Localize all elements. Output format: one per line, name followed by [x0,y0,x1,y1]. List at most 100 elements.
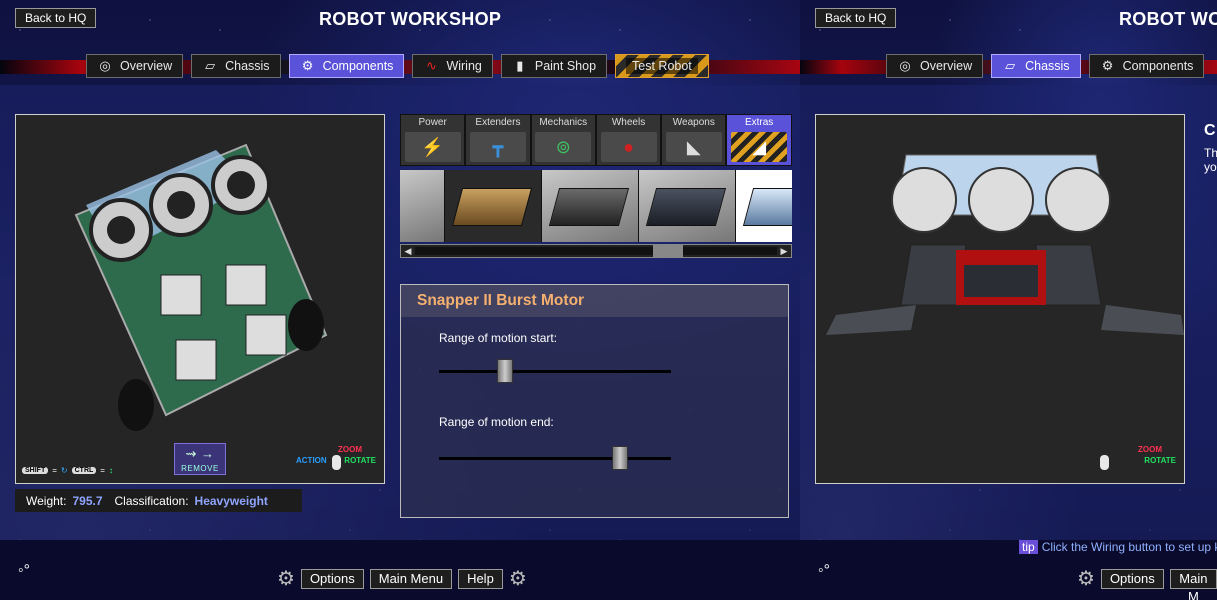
tip-bar: tip Click the Wiring button to set up ke… [1019,540,1217,554]
robot-3d-viewport[interactable]: ZOOM ROTATE [815,114,1185,484]
extras-icon: ◢ [731,132,788,162]
robot-3d-viewport[interactable]: SHIFT = ↻ CTRL = ↕ ⇝ → REMOVE ZOOM ACTIO… [15,114,385,484]
tab-label: Test Robot [626,58,698,74]
tab-overview[interactable]: ◎ Overview [86,54,184,78]
robot-model [74,143,328,431]
range-end-handle[interactable] [612,446,628,470]
category-power[interactable]: Power ⚡ [400,114,466,166]
tab-label: Chassis [225,59,270,73]
tab-label: Wiring [446,59,482,73]
robot-info-bar: Weight: 795.7 Classification: Heavyweigh… [15,489,302,512]
key-hints: SHIFT = ↻ CTRL = ↕ [22,466,113,475]
ctrl-key: CTRL [71,467,97,474]
description-line: yo [1204,160,1217,174]
category-label: Wheels [611,117,646,128]
tab-chassis[interactable]: ▱ Chassis [191,54,281,78]
category-label: Extenders [475,117,521,128]
action-label: ACTION [296,456,327,465]
blade-icon: ◣ [665,132,722,162]
vertical-arrows-icon: ↕ [108,466,113,475]
gear-icon: ⚙ [1101,58,1114,73]
description-line: Th [1204,146,1217,160]
tab-label: Components [322,59,394,73]
classification-label: Classification: [114,493,189,508]
extender-icon: ┳ [469,132,526,162]
mouse-icon [1100,455,1109,470]
tab-label: Paint Shop [534,59,597,73]
range-end-slider[interactable] [439,446,671,470]
back-to-hq-button[interactable]: Back to HQ [15,8,97,28]
chassis-icon: ▱ [1005,58,1016,73]
rotate-icon: ↻ [60,466,68,475]
scroll-right-icon[interactable]: ▶ [777,246,791,257]
options-button[interactable]: Options [1100,568,1164,589]
logo-icon: ◦° [818,562,831,579]
rotate-label: ROTATE [344,456,376,465]
gear-icon: ⚙ [1077,568,1095,590]
part-item[interactable] [400,170,444,242]
main-menu-button[interactable]: Main Menu [369,568,453,589]
main-tabs: ◎ Overview ▱ Chassis ⚙ Components ∿ Wiri… [86,54,709,78]
classification-value: Heavyweight [194,493,268,508]
chassis-icon: ▱ [205,58,216,73]
category-mechanics[interactable]: Mechanics ⊚ [530,114,596,166]
wire-icon: ∿ [425,58,437,73]
logo-icon: ◦° [18,562,31,579]
rotate-label: ROTATE [1144,456,1176,465]
part-item[interactable] [542,170,638,242]
range-start-handle[interactable] [497,359,513,383]
category-extras[interactable]: Extras ◢ [726,114,792,166]
component-name: Snapper II Burst Motor [401,285,788,317]
tab-components[interactable]: ⚙ Components [1088,54,1205,78]
part-item[interactable] [445,170,541,242]
tab-label: Overview [920,59,973,73]
parts-scrollbar[interactable]: ◀ ▶ [400,244,792,258]
scroll-track[interactable] [415,245,777,257]
scroll-thumb[interactable] [653,245,683,257]
category-label: Weapons [672,117,715,128]
part-item[interactable] [736,170,792,242]
category-extenders[interactable]: Extenders ┳ [465,114,531,166]
zoom-label: ZOOM [338,445,362,454]
equals-glyph: = [100,466,105,475]
tab-chassis[interactable]: ▱ Chassis [991,54,1081,78]
help-button[interactable]: Help [458,568,503,589]
remove-arrow-icon: ⇝ → [185,446,215,461]
gear-icon: ⚙ [301,58,314,73]
category-weapons[interactable]: Weapons ◣ [661,114,727,166]
tab-label: Chassis [1025,59,1070,73]
main-menu-button[interactable]: Main M [1169,568,1217,600]
tip-text: Click the Wiring button to set up keybo [1041,540,1217,554]
mouse-hint: ZOOM ROTATE [1096,445,1176,475]
remove-button[interactable]: ⇝ → REMOVE [174,443,226,475]
robot-model [826,154,1184,335]
paint-icon: ▮ [516,58,524,73]
tip-badge: tip [1019,540,1038,554]
range-start-slider[interactable] [439,359,671,383]
tab-test-robot[interactable]: Test Robot [615,54,709,78]
mouse-icon [332,455,341,470]
back-to-hq-button[interactable]: Back to HQ [815,8,897,28]
chassis-heading: C [1204,122,1216,139]
component-categories: Power ⚡ Extenders ┳ Mechanics ⊚ Wheels ●… [400,114,792,166]
tab-components[interactable]: ⚙ Components [288,54,405,78]
globe-icon: ◎ [99,58,111,73]
mouse-hint: ZOOM ACTION ROTATE [296,445,376,475]
tab-overview[interactable]: ◎ Overview [886,54,984,78]
category-wheels[interactable]: Wheels ● [595,114,662,166]
bottom-menu: ⚙ Options Main M [1077,566,1217,600]
category-label: Power [418,117,447,128]
part-item[interactable] [639,170,735,242]
chassis-description: C Th yo [1204,122,1217,174]
globe-icon: ◎ [899,58,911,73]
lightning-icon: ⚡ [404,132,461,162]
page-title: ROBOT WORKSHOP [319,9,502,29]
page-title: ROBOT WOR [1119,9,1217,29]
scroll-left-icon[interactable]: ◀ [401,246,415,257]
tab-paint-shop[interactable]: ▮ Paint Shop [500,54,608,78]
weight-value: 795.7 [72,493,103,508]
options-button[interactable]: Options [300,568,364,589]
tab-wiring[interactable]: ∿ Wiring [412,54,493,78]
wheel-icon: ● [600,132,657,162]
bottom-menu: ⚙ Options Main Menu Help ⚙ [277,566,527,591]
